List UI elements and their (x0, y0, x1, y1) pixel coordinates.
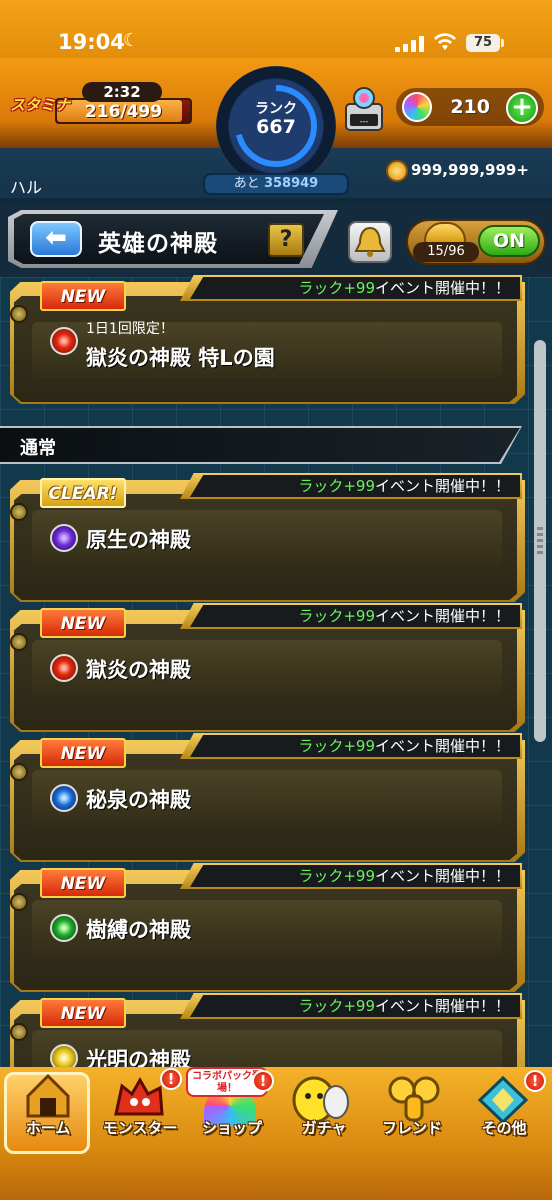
home-icon (26, 1073, 70, 1118)
help-button[interactable]: ? (268, 223, 304, 257)
battery-nub (501, 39, 504, 47)
nav-shop-label: ショップ (201, 1119, 262, 1137)
event-banner: ラック+99イベント開催中！！ (190, 995, 520, 1017)
new-badge: NEW (40, 281, 126, 311)
stamina-value: 216/499 (84, 102, 163, 122)
other-alert-badge: ! (524, 1070, 546, 1092)
gem-machine-value: --- (360, 117, 369, 126)
shop-alert-badge: ! (252, 1070, 274, 1092)
luck-count: 15/96 (413, 242, 479, 262)
gem-machine-icon[interactable]: --- (344, 86, 384, 132)
bell-button[interactable] (348, 221, 392, 263)
moon-icon: ☾ (123, 30, 140, 51)
temple-name: 秘泉の神殿 (86, 788, 191, 812)
section-label: 通常 (20, 438, 56, 459)
nav-home-label: ホーム (25, 1119, 71, 1137)
add-orb-button[interactable]: + (506, 92, 538, 124)
coin-value: 999,999,999+ (411, 161, 529, 179)
back-button[interactable]: ⬅ (30, 221, 82, 257)
page-title: 英雄の神殿 (98, 231, 218, 257)
event-banner: ラック+99イベント開催中！！ (190, 277, 520, 299)
coin-icon (386, 160, 408, 182)
nav-friend-label: フレンド (381, 1119, 442, 1137)
status-time: 19:04 (58, 30, 125, 54)
next-rank-exp: あと 358949 (203, 173, 349, 195)
orb-count: 210 (450, 96, 490, 118)
scrollbar-grip (537, 527, 543, 557)
event-banner: ラック+99イベント開催中！！ (190, 735, 520, 757)
event-suffix: イベント開催中！！ (374, 477, 510, 495)
rank-value: 667 (256, 116, 296, 138)
card-pin (10, 305, 28, 323)
event-luck: ラック+99 (298, 737, 375, 755)
water-element-icon (50, 784, 78, 812)
next-rank-prefix: あと (233, 176, 260, 191)
card-pin (10, 893, 28, 911)
event-banner: ラック+99イベント開催中！！ (190, 865, 520, 887)
on-switch[interactable]: ON (478, 225, 540, 257)
temple-name: 樹縛の神殿 (86, 918, 191, 942)
dark-element-icon (50, 524, 78, 552)
featured-subtitle: 1日1回限定！ (86, 321, 174, 337)
wifi-icon (433, 32, 457, 57)
event-banner: ラック+99イベント開催中！！ (190, 475, 520, 497)
event-luck: ラック+99 (298, 997, 375, 1015)
wood-element-icon (50, 914, 78, 942)
event-suffix: イベント開催中！！ (374, 279, 510, 297)
event-suffix: イベント開催中！！ (374, 997, 510, 1015)
card-pin (10, 1023, 28, 1041)
event-suffix: イベント開催中！！ (374, 607, 510, 625)
temple-name: 獄炎の神殿 (86, 658, 191, 682)
signal-icon (395, 36, 425, 52)
event-suffix: イベント開催中！！ (374, 867, 510, 885)
section-header (0, 428, 520, 462)
new-badge: NEW (40, 998, 126, 1028)
event-luck: ラック+99 (298, 867, 375, 885)
event-luck: ラック+99 (298, 279, 375, 297)
next-rank-value: 358949 (263, 176, 319, 191)
battery-indicator: 75 (466, 34, 500, 52)
card-pin (10, 763, 28, 781)
bell-icon (354, 226, 386, 257)
event-suffix: イベント開催中！！ (374, 737, 510, 755)
nav-other-label: その他 (481, 1119, 527, 1137)
card-pin (10, 633, 28, 651)
event-luck: ラック+99 (298, 477, 375, 495)
orb-icon (402, 92, 432, 122)
new-badge: NEW (40, 868, 126, 898)
new-badge: NEW (40, 738, 126, 768)
new-badge: NEW (40, 608, 126, 638)
event-luck: ラック+99 (298, 607, 375, 625)
player-name: ハル (10, 178, 43, 197)
nav-monster-label: モンスター (102, 1119, 178, 1137)
temple-name: 原生の神殿 (86, 528, 191, 552)
fire-element-icon (50, 654, 78, 682)
card-pin (10, 503, 28, 521)
stamina-timer: 2:32 (82, 82, 162, 102)
nav-gacha-label: ガチャ (301, 1119, 347, 1137)
monster-alert-badge: ! (160, 1068, 182, 1090)
back-arrow-icon: ⬅ (45, 223, 67, 253)
fire-icon (50, 327, 78, 355)
rank-label: ランク (255, 101, 297, 117)
event-banner: ラック+99イベント開催中！！ (190, 605, 520, 627)
featured-name: 獄炎の神殿 特Lの園 (86, 346, 275, 370)
clear-badge: CLEAR! (40, 478, 126, 508)
